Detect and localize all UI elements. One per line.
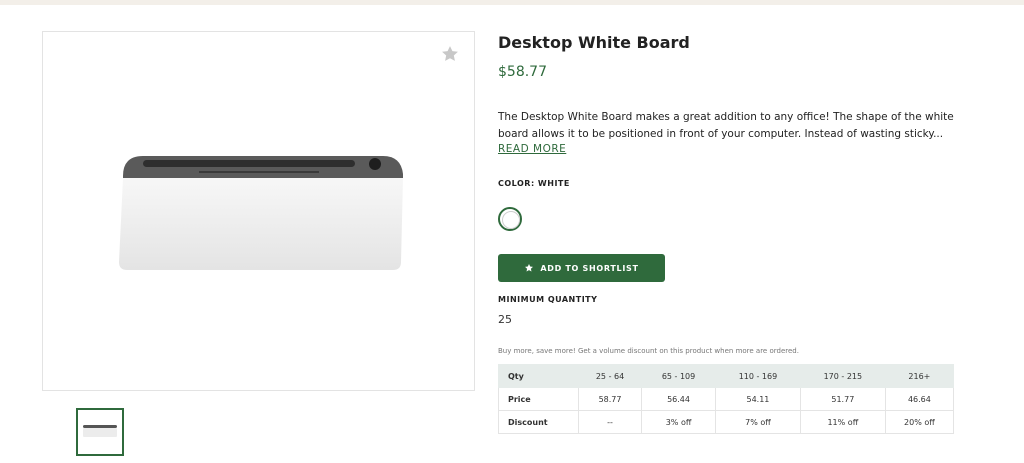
row-label: Price: [498, 387, 579, 411]
description-line: The Desktop White Board makes a great ad…: [498, 111, 954, 123]
table-cell: 110 - 169: [715, 364, 801, 388]
product-main-image: [42, 31, 475, 391]
favorite-star-icon[interactable]: [440, 44, 460, 64]
color-swatch-white[interactable]: [498, 207, 522, 231]
table-cell: 20% off: [884, 410, 955, 434]
whiteboard-illustration: [119, 156, 403, 270]
table-cell: 216+: [884, 364, 955, 388]
top-banner: [0, 0, 1024, 5]
volume-discount-note: Buy more, save more! Get a volume discou…: [498, 347, 799, 355]
volume-pricing-table: Qty 25 - 64 65 - 109 110 - 169 170 - 215…: [498, 364, 955, 434]
product-price: $58.77: [498, 64, 547, 80]
minimum-quantity-value: 25: [498, 313, 512, 326]
table-cell: 7% off: [715, 410, 801, 434]
description-line: board allows it to be positioned in fron…: [498, 128, 944, 140]
table-cell: 54.11: [715, 387, 801, 411]
minimum-quantity-label: MINIMUM QUANTITY: [498, 295, 598, 304]
table-cell: 56.44: [641, 387, 716, 411]
table-cell: 58.77: [577, 387, 643, 411]
star-icon: [525, 264, 534, 272]
table-cell: 170 - 215: [799, 364, 886, 388]
table-row: Qty 25 - 64 65 - 109 110 - 169 170 - 215…: [498, 364, 955, 388]
table-row: Discount -- 3% off 7% off 11% off 20% of…: [498, 410, 955, 434]
table-cell: 46.64: [884, 387, 955, 411]
table-cell: 11% off: [799, 410, 886, 434]
table-row: Price 58.77 56.44 54.11 51.77 46.64: [498, 387, 955, 411]
row-label: Qty: [498, 364, 579, 388]
table-cell: 25 - 64: [577, 364, 643, 388]
table-cell: 65 - 109: [641, 364, 716, 388]
product-description: The Desktop White Board makes a great ad…: [498, 109, 958, 143]
color-label: COLOR: WHITE: [498, 179, 570, 188]
read-more-link[interactable]: READ MORE: [498, 143, 566, 155]
shortlist-button-label: ADD TO SHORTLIST: [540, 263, 639, 273]
row-label: Discount: [498, 410, 579, 434]
add-to-shortlist-button[interactable]: ADD TO SHORTLIST: [498, 254, 665, 282]
table-cell: 51.77: [799, 387, 886, 411]
product-title: Desktop White Board: [498, 33, 690, 52]
table-cell: 3% off: [641, 410, 716, 434]
thumbnail-whiteboard-image: [83, 425, 117, 437]
product-thumbnail[interactable]: [76, 408, 124, 456]
table-cell: --: [577, 410, 643, 434]
